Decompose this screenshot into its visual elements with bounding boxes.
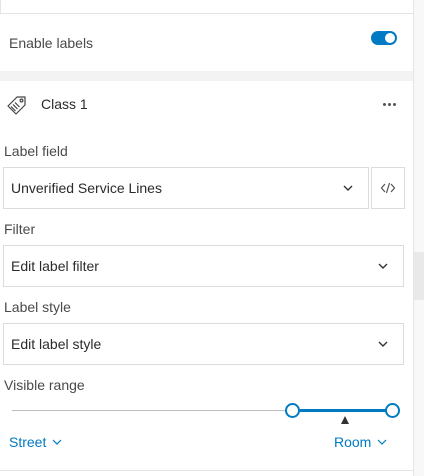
scrollbar-thumb[interactable] — [414, 252, 424, 300]
label-style-select[interactable]: Edit label style — [3, 323, 404, 365]
section-bottom-border — [0, 470, 413, 471]
filter-label: Filter — [4, 221, 36, 237]
range-min-dropdown[interactable]: Street — [9, 434, 62, 450]
scrollbar-track[interactable] — [413, 0, 424, 476]
expression-code-button[interactable] — [371, 167, 405, 209]
enable-labels-toggle[interactable] — [371, 31, 397, 45]
section-separator — [0, 71, 413, 81]
label-field-label: Label field — [4, 143, 68, 159]
code-icon — [380, 182, 396, 194]
label-field-value: Unverified Service Lines — [11, 180, 162, 196]
range-slider-track[interactable] — [12, 410, 294, 411]
range-min-handle[interactable] — [285, 403, 300, 418]
visible-range-label: Visible range — [4, 377, 85, 393]
current-scale-marker — [341, 416, 349, 424]
filter-value: Edit label filter — [11, 258, 99, 274]
range-max-handle[interactable] — [385, 403, 400, 418]
range-max-value: Room — [334, 434, 372, 450]
chevron-down-icon — [377, 439, 387, 445]
label-field-select[interactable]: Unverified Service Lines — [3, 167, 369, 209]
chevron-down-icon — [378, 263, 388, 269]
label-style-value: Edit label style — [11, 336, 102, 352]
range-slider-fill — [293, 409, 393, 412]
chevron-down-icon — [343, 185, 353, 191]
previous-section-edge — [0, 0, 413, 14]
toggle-knob — [385, 33, 395, 43]
class-header: Class 1 — [0, 81, 413, 131]
class-title: Class 1 — [41, 96, 88, 112]
labels-panel: Enable labels Class 1 Label field Unveri… — [0, 0, 413, 476]
range-max-dropdown[interactable]: Room — [334, 434, 387, 450]
range-min-value: Street — [9, 434, 47, 450]
more-options-button[interactable] — [378, 93, 400, 115]
chevron-down-icon — [52, 439, 62, 445]
enable-labels-label: Enable labels — [9, 35, 94, 51]
label-style-label: Label style — [4, 299, 71, 315]
label-class-icon — [6, 94, 28, 116]
enable-labels-row: Enable labels — [0, 15, 413, 71]
filter-select[interactable]: Edit label filter — [3, 245, 404, 287]
chevron-down-icon — [378, 341, 388, 347]
